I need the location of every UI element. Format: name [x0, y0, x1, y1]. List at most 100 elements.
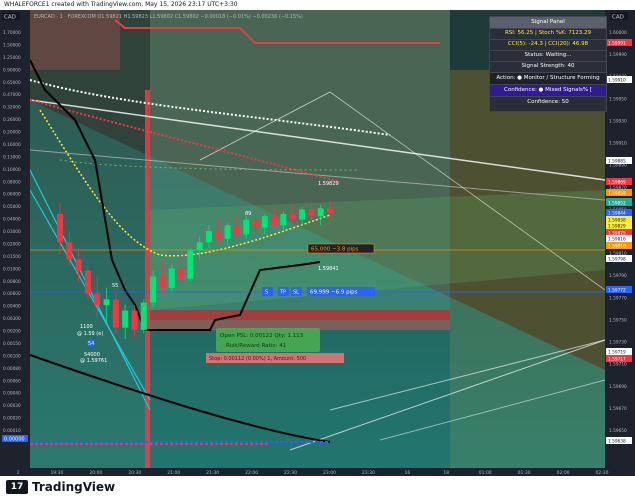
pos-tp-tag[interactable]: TP [279, 290, 286, 296]
annotation-1100: 1100 [80, 324, 93, 330]
candle-body [122, 310, 129, 328]
left-axis-tick: 0.32000 [3, 105, 21, 111]
candle-body [215, 231, 222, 239]
candle-body [57, 213, 63, 243]
left-axis-tick: 0.00080 [3, 366, 21, 372]
confidence-row: Confidence: 50 [527, 99, 569, 105]
candle-body [299, 209, 306, 220]
candle-body [205, 231, 212, 243]
left-axis-tick: 0.00200 [3, 329, 21, 335]
header-text: WHALEFORCE1 created with TradingView.com… [4, 1, 238, 8]
annotation-1100-price: @ 1.59 (e) [77, 331, 103, 337]
right-axis-tag-label: 1.59885 [608, 159, 626, 165]
candle-body [261, 216, 268, 228]
candle-body [271, 216, 278, 226]
right-axis-tag-label: 1.59991 [608, 41, 626, 47]
right-axis-tag-label: 1.59772 [608, 288, 626, 294]
candle-body [233, 225, 240, 235]
right-axis-tick: 1.59950 [609, 96, 627, 102]
right-axis-tick: 1.59690 [609, 384, 627, 390]
right-axis-tag-label: 1.59638 [608, 439, 626, 445]
candle-body [196, 242, 203, 251]
footer: 17 TradingView [0, 476, 635, 500]
pos-sl-tag[interactable]: SL [293, 290, 299, 296]
left-axis-tick: 0.65000 [3, 80, 21, 86]
left-axis-tick: 0.06000 [3, 192, 21, 198]
right-axis-tick: 1.59750 [609, 317, 627, 323]
left-axis-tick: 0.00300 [3, 316, 21, 322]
signal-panel: Signal Panel RSI: 56.25 | Stoch %K: 7123… [489, 16, 607, 112]
right-axis-tick: 1.59670 [609, 406, 627, 412]
left-axis-tick: 0.04000 [3, 217, 21, 223]
tradingview-logo[interactable]: 17 TradingView [6, 480, 115, 494]
left-axis-tick: 0.00020 [3, 416, 21, 422]
left-axis-tick: 0.26000 [3, 117, 21, 123]
left-unit-label: CAD [4, 15, 16, 21]
right-axis-tick: 1.59730 [609, 340, 627, 346]
left-axis-tick: 0.01000 [3, 266, 21, 272]
candle-body [94, 293, 101, 305]
right-axis-tick: 1.59770 [609, 295, 627, 301]
candle-body [168, 268, 175, 288]
left-axis-tick: 0.13000 [3, 154, 21, 160]
right-axis-tag-label: 1.59717 [608, 357, 626, 363]
left-axis-tick: 0.00030 [3, 403, 21, 409]
left-axis-tick: 1.50000 [3, 42, 21, 48]
right-axis-tag-label: 1.59869 [608, 180, 626, 186]
left-axis-tick: 0.00060 [3, 378, 21, 384]
left-axis-tick: 0.47000 [3, 92, 21, 98]
symbol-line: EURCAD · 1 · FOREXCOM O1.59821 H1.59823 … [34, 14, 303, 20]
right-axis-tick: 1.59930 [609, 118, 627, 124]
left-axis-tick: 0.00150 [3, 341, 21, 347]
chart-screenshot: WHALEFORCE1 created with TradingView.com… [0, 0, 635, 500]
right-axis-tag-label: 1.59910 [608, 78, 626, 84]
left-axis-tick: 0.90000 [3, 67, 21, 73]
right-axis-tag-label: 1.59829 [608, 224, 626, 230]
candle-body [66, 242, 73, 260]
tradingview-brand: TradingView [32, 480, 116, 494]
left-axis-tick: 0.00400 [3, 304, 21, 310]
right-axis-tag-label: 1.59798 [608, 257, 626, 263]
candle-body [84, 270, 91, 294]
win-box-line-2: Risk/Reward Ratio: 41 [226, 343, 286, 349]
right-unit-label: CAD [612, 15, 624, 21]
candle-body [178, 268, 185, 279]
candle-body [289, 213, 296, 220]
left-axis-tick: 0.03000 [3, 229, 21, 235]
left-axis-tick: 0.00040 [3, 391, 21, 397]
candle-body [75, 259, 82, 271]
right-axis-tag-label: 1.59816 [608, 237, 626, 243]
left-axis-tick: 0.01500 [3, 254, 21, 260]
confidence-label-row: Confidence: ● Mixed Signals% [ [490, 85, 606, 97]
candle-body [159, 276, 166, 288]
right-axis-tick: 1.59990 [609, 52, 627, 58]
annotation-54: 54 [88, 341, 94, 347]
left-axis-tick: 0.00800 [3, 279, 21, 285]
left-axis-tick: 0.02000 [3, 241, 21, 247]
right-axis-tag-label: 1.59719 [608, 350, 626, 356]
left-axis-tick: 0.05000 [3, 204, 21, 210]
left-axis-tick: 0.00100 [3, 353, 21, 359]
position-label-2[interactable]: 69,999 −6.9 pips [310, 290, 358, 296]
left-axis-tick: 1.25000 [3, 55, 21, 61]
left-axis-zero: 0.00000 [4, 437, 25, 443]
pos-s-tag[interactable]: S [265, 290, 268, 296]
right-axis-tag-label: 1.59852 [608, 201, 626, 207]
left-axis-tick: 0.00600 [3, 291, 21, 297]
candle-body [131, 310, 138, 330]
candle-body [112, 299, 119, 328]
annotation-54000-price: @ 1.59761 [80, 358, 107, 364]
right-axis-tag-label: 1.59810 [608, 244, 626, 250]
candle-body [308, 209, 315, 217]
right-axis-tick: 1.59790 [609, 273, 627, 279]
right-axis-tick: 1.59650 [609, 428, 627, 434]
header-bar: WHALEFORCE1 created with TradingView.com… [0, 0, 635, 10]
left-axis-tick: 0.00010 [3, 428, 21, 434]
price-tag-annotation: 1.59841 [318, 266, 339, 272]
win-box-line-1: Open PSL: 0.00122 Qty: 1.113 [220, 333, 304, 339]
candle-body [327, 208, 333, 213]
left-axis-tick: 0.10000 [3, 167, 21, 173]
annotation-55: 55 [112, 283, 118, 289]
right-axis-tag-label: 1.59844 [608, 211, 626, 217]
position-label-1[interactable]: 65,000 −3.8 pips [311, 247, 359, 253]
